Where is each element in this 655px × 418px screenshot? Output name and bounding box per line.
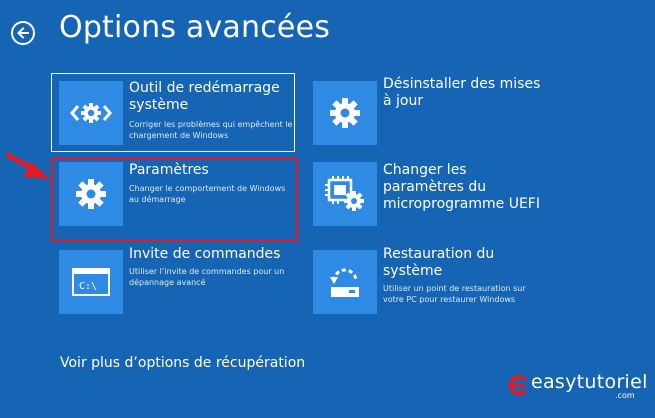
- chip-gear-icon: [325, 176, 364, 211]
- tile-description: Utiliser un point de restauration sur vo…: [383, 284, 526, 304]
- tile-title: Désinstaller des mises à jour: [383, 76, 541, 109]
- tile-uninstall-updates[interactable]: Désinstaller des mises à jour: [305, 73, 549, 152]
- tile-icon-box: [313, 250, 377, 314]
- svg-text:C:\: C:\: [79, 281, 97, 292]
- tile-title: Outil de redémarrage système: [129, 80, 280, 113]
- tile-icon-box: [313, 162, 377, 226]
- tile-icon-box: [313, 81, 377, 145]
- restore-icon: [330, 268, 359, 297]
- red-arrow-icon: [6, 152, 50, 179]
- code-gear-icon: [70, 103, 112, 123]
- tile-description: Corriger les problèmes qui empêchent le …: [129, 120, 293, 140]
- more-recovery-options-link[interactable]: Voir plus d’options de récupération: [60, 355, 305, 371]
- watermark-suffix: .com: [615, 391, 635, 400]
- tile-description: Utiliser l’invite de commandes pour un d…: [129, 267, 285, 287]
- terminal-icon: C:\: [72, 268, 110, 296]
- tile-startup-repair[interactable]: Outil de redémarrage système Corriger le…: [51, 73, 295, 152]
- tile-system-restore[interactable]: Restauration du système Utiliser un poin…: [305, 245, 549, 324]
- tile-title: Restauration du système: [383, 246, 495, 279]
- tile-title: Invite de commandes: [129, 246, 281, 262]
- page-title: Options avancées: [59, 10, 331, 45]
- gear-icon: [330, 98, 360, 128]
- logo-icon: [508, 375, 527, 395]
- back-button[interactable]: [11, 21, 35, 45]
- highlight-box: [51, 157, 298, 241]
- tile-uefi-settings[interactable]: Changer les paramètres du microprogramme…: [305, 157, 549, 241]
- tile-icon-box: [59, 81, 123, 145]
- easytutoriel-watermark: easytutoriel .com: [507, 370, 647, 402]
- tile-command-prompt[interactable]: C:\ Invite de commandes Utiliser l’invit…: [51, 245, 295, 324]
- tile-icon-box: C:\: [59, 250, 123, 314]
- back-arrow-icon: [17, 27, 29, 39]
- tile-title: Changer les paramètres du microprogramme…: [383, 162, 540, 212]
- watermark-text: easytutoriel: [531, 371, 648, 393]
